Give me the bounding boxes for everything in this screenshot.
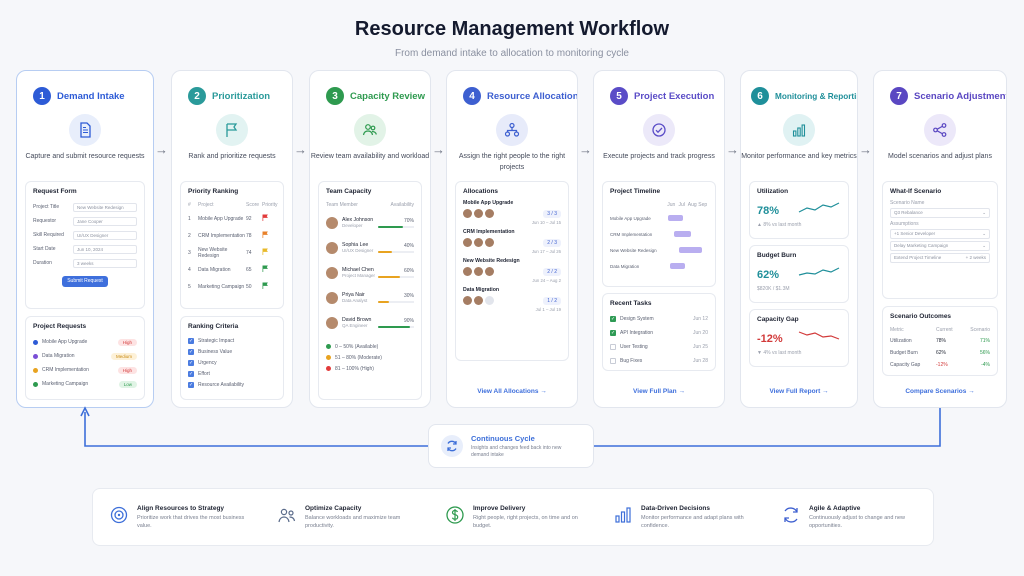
- continuous-cycle: Continuous Cycle Insights and changes fe…: [428, 424, 594, 468]
- benefit-description: Continuously adjust to change and new op…: [809, 514, 906, 529]
- benefit-description: Balance workloads and maximize team prod…: [305, 514, 401, 529]
- dollar-icon: [445, 505, 465, 530]
- benefit-title: Agile & Adaptive: [809, 504, 861, 512]
- team-icon: [277, 505, 297, 530]
- benefit-title: Improve Delivery: [473, 504, 526, 512]
- benefits-bar: Align Resources to Strategy Prioritize wo…: [92, 488, 934, 546]
- benefit-title: Optimize Capacity: [305, 504, 362, 512]
- target-icon: [109, 505, 129, 530]
- benefit-item: Agile & Adaptive Continuously adjust to c…: [765, 505, 933, 530]
- benefit-item: Align Resources to Strategy Prioritize wo…: [93, 505, 261, 530]
- benefit-description: Right people, right projects, on time an…: [473, 514, 578, 529]
- benefit-description: Monitor performance and adapt plans with…: [641, 514, 744, 529]
- benefit-item: Data-Driven Decisions Monitor performance…: [597, 505, 765, 530]
- cycle-icon: [441, 435, 463, 457]
- cycle-title: Continuous Cycle: [471, 433, 535, 443]
- benefit-title: Data-Driven Decisions: [641, 504, 710, 512]
- benefit-title: Align Resources to Strategy: [137, 504, 225, 512]
- benefit-item: Improve Delivery Right people, right proj…: [429, 505, 597, 530]
- benefit-item: Optimize Capacity Balance workloads and m…: [261, 505, 429, 530]
- cycle-description: Insights and changes feed back into new …: [471, 444, 562, 458]
- benefit-description: Prioritize work that drives the most bus…: [137, 514, 245, 529]
- chart-icon: [613, 505, 633, 530]
- refresh-icon: [781, 505, 801, 530]
